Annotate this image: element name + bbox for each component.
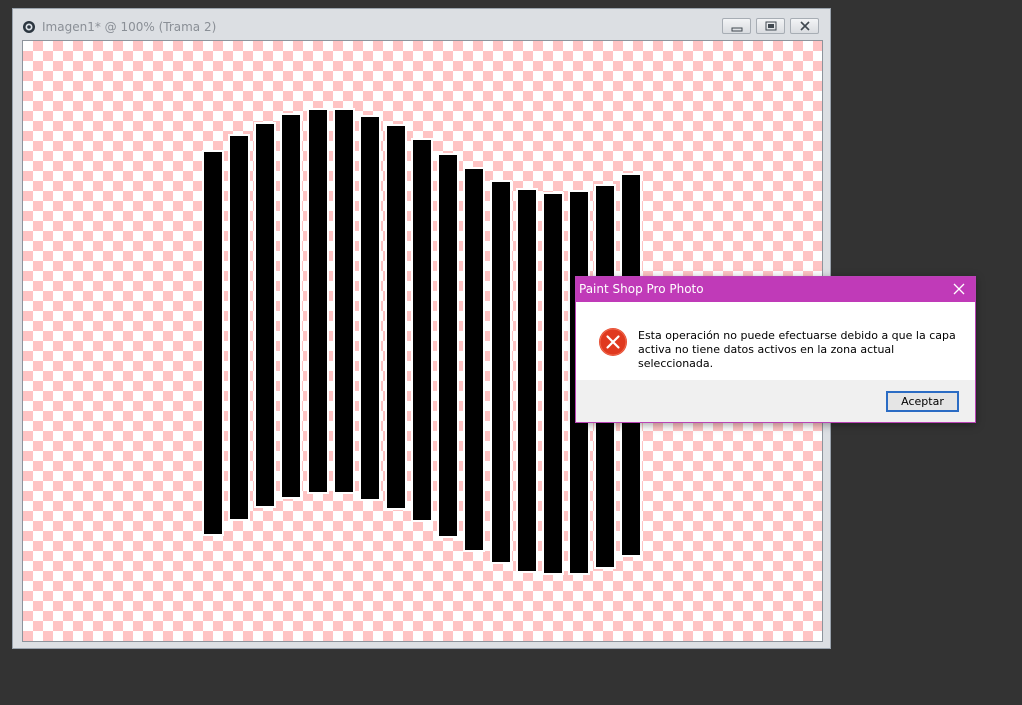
dialog-titlebar[interactable]: Paint Shop Pro Photo [576,277,975,302]
dialog-footer: Aceptar [576,380,975,422]
black-bar [544,194,562,573]
dialog-body: Esta operación no puede efectuarse debid… [576,302,975,380]
black-bar [413,140,431,520]
document-title: Imagen1* @ 100% (Trama 2) [42,20,217,34]
dialog-message: Esta operación no puede efectuarse debid… [638,329,956,370]
black-bar [465,169,483,550]
black-bar [387,126,405,508]
restore-icon [765,21,777,31]
close-icon [800,21,810,31]
dialog-close-button[interactable] [943,277,975,302]
black-bar [439,155,457,536]
black-bar [256,124,274,506]
black-bar [518,190,536,571]
document-titlebar[interactable]: Imagen1* @ 100% (Trama 2) [13,9,830,39]
dialog-title: Paint Shop Pro Photo [579,282,704,296]
black-bar [335,110,353,492]
black-bar [282,115,300,497]
black-bar [230,136,248,519]
minimize-icon [731,27,743,32]
black-bar [492,182,510,562]
black-bar [361,117,379,499]
black-bar [204,152,222,534]
minimize-button[interactable] [722,18,751,34]
close-icon [953,283,965,295]
accept-button[interactable]: Aceptar [886,391,959,412]
error-icon [598,327,628,361]
app-icon [22,19,36,33]
restore-button[interactable] [756,18,785,34]
error-dialog: Paint Shop Pro Photo Esta operación no p… [575,276,976,423]
close-button[interactable] [790,18,819,34]
black-bar [309,110,327,492]
